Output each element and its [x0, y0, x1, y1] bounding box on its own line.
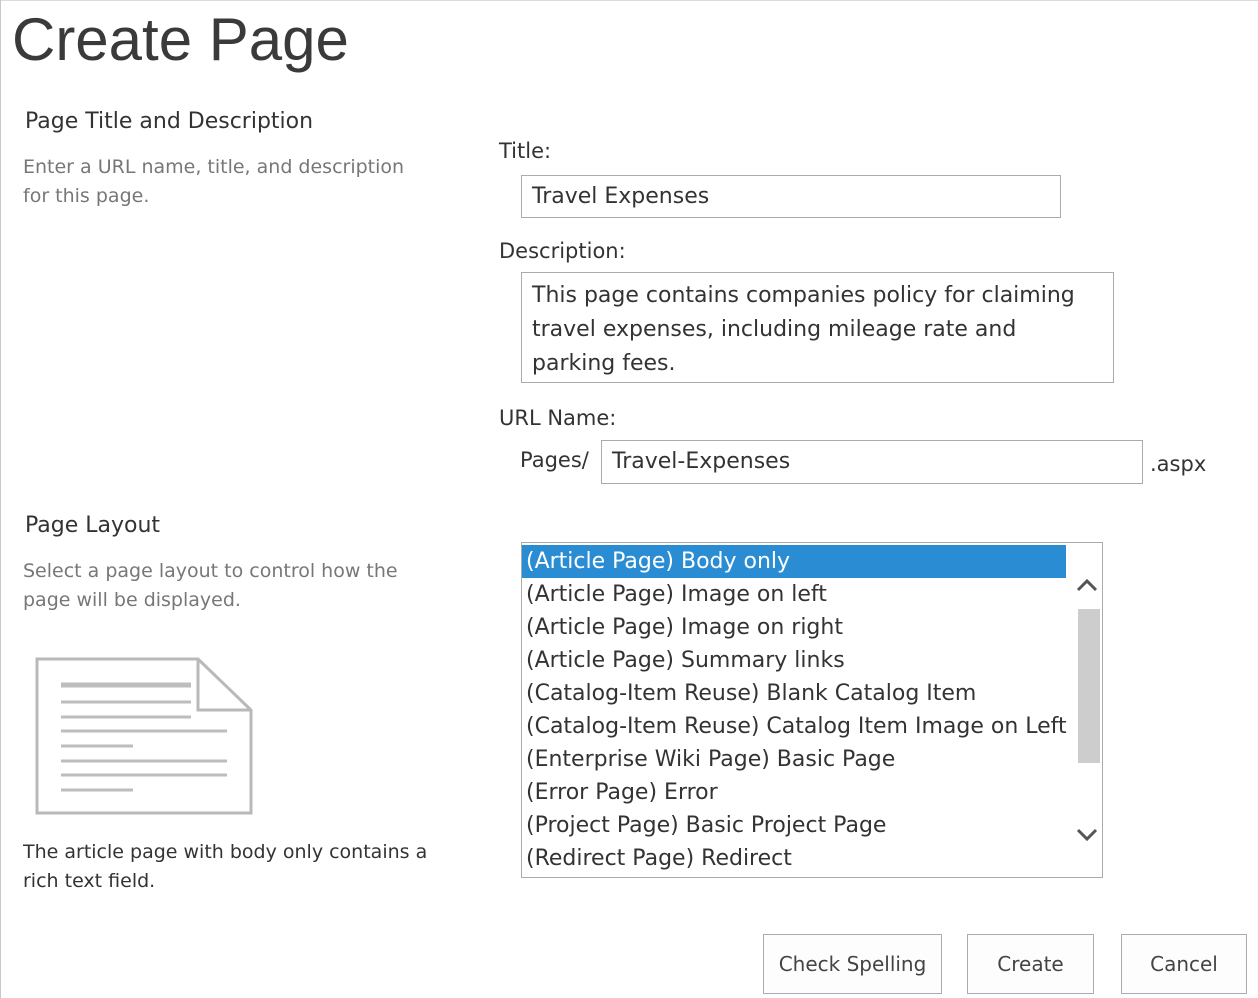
scroll-down-icon[interactable] [1074, 821, 1100, 847]
window-left-border [0, 0, 1, 998]
layout-option[interactable]: (Enterprise Wiki Page) Basic Page [522, 743, 1066, 776]
layout-option[interactable]: (Redirect Page) Redirect [522, 842, 1066, 875]
section-heading-page-layout: Page Layout [25, 513, 161, 538]
scrollbar-thumb[interactable] [1078, 609, 1100, 763]
description-textarea[interactable]: This page contains companies policy for … [521, 272, 1114, 383]
url-name-input[interactable]: Travel-Expenses [601, 440, 1143, 484]
section-description-layout: Select a page layout to control how the … [23, 560, 398, 611]
check-spelling-button[interactable]: Check Spelling [763, 934, 942, 994]
url-suffix: .aspx [1150, 452, 1207, 476]
section-heading-title-description: Page Title and Description [25, 109, 314, 134]
layout-option[interactable]: (Project Page) Basic Project Page [522, 809, 1066, 842]
url-prefix: Pages/ [520, 448, 589, 472]
layout-option[interactable]: (Article Page) Image on right [522, 611, 1066, 644]
layout-option[interactable]: (Catalog-Item Reuse) Catalog Item Image … [522, 710, 1067, 743]
layout-option[interactable]: (Article Page) Image on left [522, 578, 1066, 611]
page-title: Create Page [12, 6, 349, 73]
page-layout-preview-icon [35, 657, 255, 817]
page-layout-listbox[interactable]: (Article Page) Body only (Article Page) … [521, 542, 1103, 878]
layout-option[interactable]: (Error Page) Error [522, 776, 1066, 809]
title-input[interactable]: Travel Expenses [521, 175, 1061, 218]
create-button[interactable]: Create [967, 934, 1094, 994]
cancel-button[interactable]: Cancel [1121, 934, 1247, 994]
layout-option[interactable]: (Catalog-Item Reuse) Blank Catalog Item [522, 677, 1066, 710]
url-name-label: URL Name: [499, 406, 617, 430]
layout-option[interactable]: (Article Page) Body only [522, 545, 1066, 578]
title-label: Title: [499, 139, 552, 163]
layout-option[interactable]: (Article Page) Summary links [522, 644, 1066, 677]
section-description-title: Enter a URL name, title, and description… [23, 156, 405, 207]
layout-preview-caption: The article page with body only contains… [23, 841, 428, 892]
scroll-up-icon[interactable] [1074, 573, 1100, 599]
description-label: Description: [499, 239, 626, 263]
listbox-scrollbar[interactable] [1070, 543, 1102, 877]
